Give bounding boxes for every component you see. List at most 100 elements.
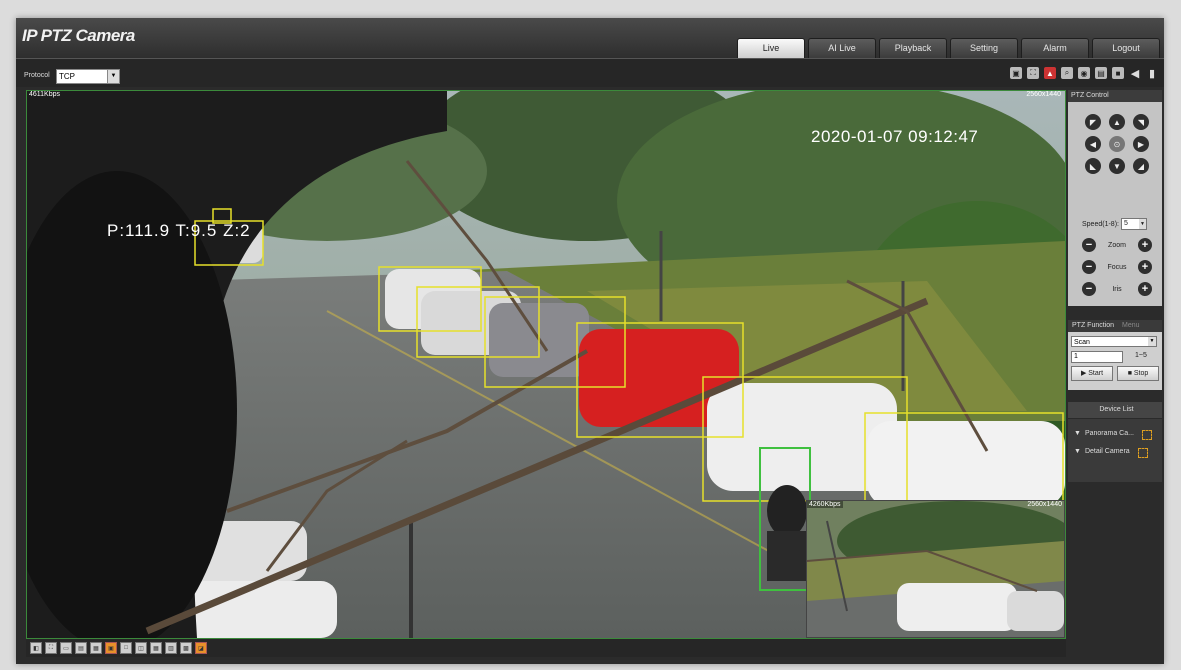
protocol-value: TCP <box>59 72 75 81</box>
stop-label: Stop <box>1133 370 1149 377</box>
start-label: Start <box>1088 370 1104 377</box>
quad-view-icon[interactable]: ▦ <box>150 642 162 654</box>
focus-label: Focus <box>1107 263 1127 271</box>
ptz-control-title: PTZ Control <box>1068 90 1162 102</box>
protocol-select[interactable]: TCP ▼ <box>56 69 120 84</box>
speed-select[interactable]: 5 ▼ <box>1120 218 1147 230</box>
record-icon[interactable]: ■ <box>1112 67 1124 79</box>
camera-icon[interactable]: ◧ <box>30 642 42 654</box>
ptz-function-range: 1~5 <box>1135 352 1147 359</box>
ptz-control-panel: PTZ Control ◤ ▲ ◥ ◀ ⊙ ▶ ◣ ▼ ◢ Speed(1-8)… <box>1068 90 1162 306</box>
device-list-panel: Device List ▼ Panorama Ca... ▼ Detail Ca… <box>1068 402 1162 482</box>
video-bitrate: 4611Kbps <box>29 91 61 98</box>
ratio-icon[interactable]: ▭ <box>60 642 72 654</box>
main-nav: Live AI Live Playback Setting Alarm Logo… <box>737 38 1160 58</box>
zoom-label: Zoom <box>1108 241 1126 249</box>
audio-icon[interactable]: ◀ <box>1129 67 1141 80</box>
stop-button[interactable]: ■ Stop <box>1117 366 1159 381</box>
iris-label: Iris <box>1112 285 1122 293</box>
app-title: IP PTZ Camera <box>22 26 135 45</box>
zoom-row: − Zoom + <box>1082 238 1152 252</box>
fit-icon[interactable]: ⛶ <box>45 642 57 654</box>
pip-scene <box>807 501 1064 637</box>
alarm-icon[interactable]: ▲ <box>1044 67 1056 79</box>
chevron-down-icon: ▼ <box>1138 219 1146 229</box>
grid-icon[interactable]: ▣ <box>105 642 117 654</box>
focus-row: − Focus + <box>1082 260 1152 274</box>
iris-open-icon[interactable]: + <box>1138 282 1152 296</box>
device-item-label: Panorama Ca... <box>1084 430 1134 437</box>
select-box-icon <box>1141 430 1152 440</box>
live-video[interactable]: 4611Kbps 2560x1440 2020-01-07 09:12:47 P… <box>26 90 1066 639</box>
fisheye-view-icon[interactable]: ▩ <box>180 642 192 654</box>
pan-down-left-icon[interactable]: ◣ <box>1085 158 1101 174</box>
snapshot-icon[interactable]: ◉ <box>1078 67 1090 79</box>
ptz-position-overlay: P:111.9 T:9.5 Z:2 <box>107 221 251 240</box>
focus-near-icon[interactable]: − <box>1082 260 1096 274</box>
chevron-down-icon: ▼ <box>1148 337 1156 346</box>
pan-left-icon[interactable]: ◀ <box>1085 136 1101 152</box>
layout-bar: ◧ ⛶ ▭ ▤ ▦ ▣ □ ◫ ▦ ▥ ▩ ◪ <box>26 639 1066 657</box>
header: IP PTZ Camera Live AI Live Playback Sett… <box>16 18 1164 58</box>
speed-row: Speed(1-8): 5 ▼ <box>1082 218 1147 230</box>
tab-logout[interactable]: Logout <box>1092 38 1160 58</box>
pan-right-icon[interactable]: ▶ <box>1133 136 1149 152</box>
video-wall-icon[interactable]: ▣ <box>1010 67 1022 79</box>
ptz-function-number-input[interactable]: 1 <box>1071 351 1123 363</box>
speed-value: 5 <box>1123 220 1128 227</box>
right-panel: PTZ Control ◤ ▲ ◥ ◀ ⊙ ▶ ◣ ▼ ◢ Speed(1-8)… <box>1068 90 1162 662</box>
video-timestamp: 2020-01-07 09:12:47 <box>811 127 979 146</box>
pan-up-icon[interactable]: ▲ <box>1109 114 1125 130</box>
stream-icon[interactable]: ▤ <box>75 642 87 654</box>
ptz-function-panel: PTZ Function Menu Scan ▼ 1 1~5 ▶ Start ■… <box>1068 320 1162 390</box>
ptz-function-select[interactable]: Scan ▼ <box>1071 336 1157 347</box>
tab-playback[interactable]: Playback <box>879 38 947 58</box>
camera-icon: ▼ <box>1074 448 1081 455</box>
device-item-panorama[interactable]: ▼ Panorama Ca... <box>1074 430 1152 440</box>
iris-close-icon[interactable]: − <box>1082 282 1096 296</box>
multi-view-icon[interactable]: ▥ <box>165 642 177 654</box>
zoom-out-icon[interactable]: − <box>1082 238 1096 252</box>
tab-menu[interactable]: Menu <box>1118 320 1144 332</box>
speed-label: Speed(1-8): <box>1082 220 1119 228</box>
pip-view-icon[interactable]: ◪ <box>195 642 207 654</box>
device-item-detail[interactable]: ▼ Detail Camera <box>1074 448 1148 458</box>
tab-alarm[interactable]: Alarm <box>1021 38 1089 58</box>
tab-live[interactable]: Live <box>737 38 805 58</box>
select-box-icon <box>1137 448 1148 458</box>
tab-ai-live[interactable]: AI Live <box>808 38 876 58</box>
protocol-label: Protocol <box>24 72 50 79</box>
auto-focus-icon[interactable]: ⊙ <box>1109 136 1125 152</box>
iris-row: − Iris + <box>1082 282 1152 296</box>
single-view-icon[interactable]: □ <box>120 642 132 654</box>
start-button[interactable]: ▶ Start <box>1071 366 1113 381</box>
ptz-function-value: Scan <box>1074 339 1090 346</box>
pip-video[interactable]: 4260Kbps 2560x1440 <box>806 500 1065 638</box>
pip-bitrate: 4260Kbps <box>807 501 843 508</box>
pip-resolution: 2560x1440 <box>1027 501 1062 508</box>
device-list-title: Device List <box>1068 402 1162 419</box>
camera-icon: ▼ <box>1074 430 1081 437</box>
ptz-function-tabs: PTZ Function Menu <box>1068 320 1162 332</box>
split-view-icon[interactable]: ◫ <box>135 642 147 654</box>
pan-down-icon[interactable]: ▼ <box>1109 158 1125 174</box>
app-window: IP PTZ Camera Live AI Live Playback Sett… <box>16 18 1164 664</box>
layout-icons: ◧ ⛶ ▭ ▤ ▦ ▣ □ ◫ ▦ ▥ ▩ ◪ <box>30 642 207 654</box>
zoom-in-icon[interactable]: + <box>1138 238 1152 252</box>
chevron-down-icon: ▼ <box>107 70 119 83</box>
device-item-label: Detail Camera <box>1084 448 1130 455</box>
focus-far-icon[interactable]: + <box>1138 260 1152 274</box>
pan-down-right-icon[interactable]: ◢ <box>1133 158 1149 174</box>
tab-setting[interactable]: Setting <box>950 38 1018 58</box>
microphone-icon[interactable]: ▮ <box>1146 67 1158 80</box>
tool-icons: ▣ ⛶ ▲ ⌕ ◉ ▤ ■ ◀ ▮ <box>1010 67 1158 80</box>
fullscreen-icon[interactable]: ⛶ <box>1027 67 1039 79</box>
pan-up-right-icon[interactable]: ◥ <box>1133 114 1149 130</box>
toolbar: Protocol TCP ▼ ▣ ⛶ ▲ ⌕ ◉ ▤ ■ ◀ ▮ <box>16 58 1164 87</box>
pan-up-left-icon[interactable]: ◤ <box>1085 114 1101 130</box>
triple-snapshot-icon[interactable]: ▤ <box>1095 67 1107 79</box>
rule-icon[interactable]: ▦ <box>90 642 102 654</box>
direction-pad: ◤ ▲ ◥ ◀ ⊙ ▶ ◣ ▼ ◢ <box>1085 114 1149 174</box>
tab-ptz-function[interactable]: PTZ Function <box>1068 320 1118 332</box>
zoom-icon[interactable]: ⌕ <box>1061 67 1073 79</box>
